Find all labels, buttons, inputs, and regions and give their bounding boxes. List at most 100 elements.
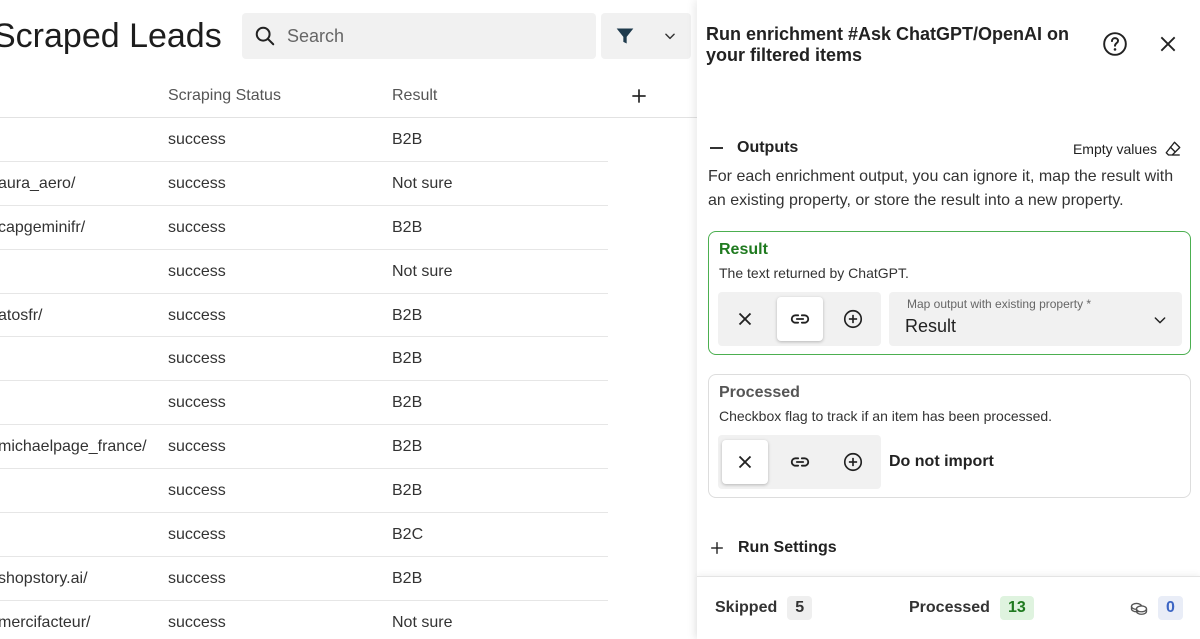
add-column-plus-icon[interactable] xyxy=(629,86,649,106)
row-status: success xyxy=(168,613,226,631)
empty-values-label: Empty values xyxy=(1072,141,1157,157)
add-circle-icon xyxy=(843,309,863,329)
table-row[interactable]: success B2B xyxy=(0,469,608,514)
page: Scraped Leads Scraping Status Result suc… xyxy=(0,0,1200,639)
result-action-group xyxy=(718,292,881,346)
filter-icon xyxy=(616,28,634,44)
row-result: B2B xyxy=(392,131,423,148)
ignore-output-button[interactable] xyxy=(722,440,768,484)
map-property-select[interactable]: Map output with existing property * Resu… xyxy=(889,292,1182,346)
search-bar[interactable] xyxy=(242,13,596,59)
row-result: B2C xyxy=(392,526,424,544)
table-header: Scraping Status Result xyxy=(0,76,697,118)
run-settings-toggle[interactable]: Run Settings xyxy=(710,539,837,557)
row-result: Not sure xyxy=(392,174,453,192)
table-row[interactable]: success B2B xyxy=(0,118,608,162)
row-name: capgeminifr/ xyxy=(0,218,86,236)
enrichment-panel: Run enrichment #Ask ChatGPT/OpenAI on yo… xyxy=(697,0,1200,639)
row-status: success xyxy=(168,174,226,192)
plus-icon xyxy=(711,542,723,554)
table-row[interactable]: aura_aero/success Not sure xyxy=(0,162,608,206)
row-name: mercifacteur/ xyxy=(0,613,91,631)
row-result: Not sure xyxy=(392,613,453,631)
row-status: success xyxy=(168,569,226,587)
table-row[interactable]: success Not sure xyxy=(0,250,608,294)
table-row[interactable]: shopstory.ai/success B2B xyxy=(0,557,608,601)
map-property-label: Map output with existing property * xyxy=(907,297,1092,311)
chevron-down-icon xyxy=(1154,317,1166,324)
collapse-minus-icon xyxy=(710,147,723,149)
row-status: success xyxy=(168,350,226,368)
map-existing-property-button[interactable] xyxy=(777,297,823,341)
result-card-title: Result xyxy=(719,241,768,258)
outputs-heading: Outputs xyxy=(737,139,799,156)
search-input[interactable] xyxy=(287,25,577,47)
row-status: success xyxy=(168,394,226,412)
link-icon xyxy=(790,314,810,324)
leads-table-area: Scraped Leads Scraping Status Result suc… xyxy=(0,0,697,639)
row-result: B2B xyxy=(392,394,423,412)
table-row[interactable]: success B2C xyxy=(0,513,608,557)
row-name: aura_aero/ xyxy=(0,174,76,192)
help-icon[interactable] xyxy=(1102,31,1128,57)
row-status: success xyxy=(168,262,226,280)
run-settings-label: Run Settings xyxy=(738,539,837,556)
row-result: B2B xyxy=(392,482,423,500)
link-icon xyxy=(790,457,810,467)
row-result: B2B xyxy=(392,438,423,456)
ignore-output-button[interactable] xyxy=(722,297,768,341)
page-title: Scraped Leads xyxy=(0,17,222,55)
table-row[interactable]: atosfr/success B2B xyxy=(0,294,608,338)
processed-card-description: Checkbox flag to track if an item has be… xyxy=(719,408,1053,424)
skipped-count-badge: 5 xyxy=(787,596,813,620)
eraser-icon xyxy=(1165,141,1181,156)
table-row[interactable]: success B2B xyxy=(0,337,608,382)
coins-icon xyxy=(1130,602,1148,615)
table-row[interactable]: mercifacteur/success Not sure xyxy=(0,601,608,639)
row-status: success xyxy=(168,526,226,544)
processed-state-label: Do not import xyxy=(889,453,994,470)
outputs-section-toggle[interactable]: Outputs xyxy=(710,139,798,157)
empty-values-button[interactable]: Empty values xyxy=(1073,140,1182,158)
processed-output-card: Processed Checkbox flag to track if an i… xyxy=(708,374,1191,498)
processed-label: Processed xyxy=(909,599,990,616)
row-name: atosfr/ xyxy=(0,306,43,324)
map-existing-property-button[interactable] xyxy=(777,440,823,484)
row-status: success xyxy=(168,131,226,148)
row-result: Not sure xyxy=(392,262,453,280)
chevron-down-icon xyxy=(665,33,675,40)
table-row[interactable]: capgeminifr/success B2B xyxy=(0,206,608,250)
search-icon xyxy=(255,26,275,46)
row-status: success xyxy=(168,438,226,456)
create-new-property-button[interactable] xyxy=(830,297,876,341)
map-property-value: Result xyxy=(905,316,957,336)
row-status: success xyxy=(168,218,226,236)
outputs-description: For each enrichment output, you can igno… xyxy=(708,168,1174,209)
processed-summary: Processed 13 xyxy=(909,596,1034,620)
x-icon xyxy=(738,312,752,326)
row-result: B2B xyxy=(392,350,423,368)
panel-title: Run enrichment #Ask ChatGPT/OpenAI on yo… xyxy=(706,24,1070,65)
credits-count-badge: 0 xyxy=(1158,596,1183,620)
x-icon xyxy=(738,455,752,469)
column-header-result[interactable]: Result xyxy=(392,87,437,105)
result-output-card: Result The text returned by ChatGPT. Map… xyxy=(708,231,1191,355)
table-row[interactable]: success B2B xyxy=(0,381,608,426)
create-new-property-button[interactable] xyxy=(830,440,876,484)
row-name: michaelpage_france/ xyxy=(0,438,147,456)
row-result: B2B xyxy=(392,218,423,236)
credits-summary: 0 xyxy=(1129,596,1183,620)
row-name: shopstory.ai/ xyxy=(0,569,88,587)
column-header-scraping-status[interactable]: Scraping Status xyxy=(168,87,281,105)
close-icon[interactable] xyxy=(1158,34,1178,54)
row-status: success xyxy=(168,306,226,324)
filter-button[interactable] xyxy=(601,13,691,59)
panel-footer: Skipped 5 Processed 13 0 xyxy=(697,576,1200,639)
row-result: B2B xyxy=(392,306,423,324)
result-card-description: The text returned by ChatGPT. xyxy=(719,265,909,281)
processed-count-badge: 13 xyxy=(999,596,1034,620)
table-body: success B2B aura_aero/success Not sure cap… xyxy=(0,118,608,639)
table-row[interactable]: michaelpage_france/success B2B xyxy=(0,425,608,470)
processed-action-group xyxy=(718,435,881,489)
row-result: B2B xyxy=(392,569,423,587)
